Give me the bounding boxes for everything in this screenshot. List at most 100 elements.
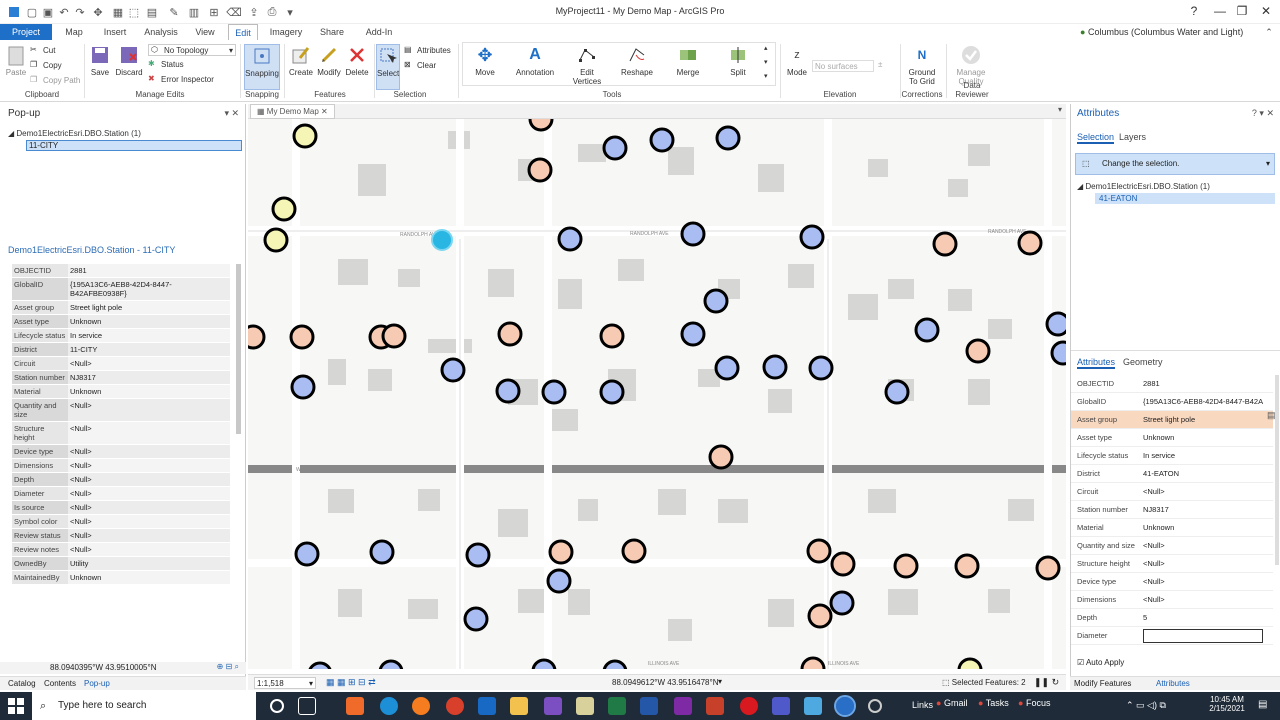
split-button[interactable]: Split	[722, 44, 754, 77]
station-point[interactable]	[271, 196, 297, 222]
station-point[interactable]	[290, 374, 316, 400]
popup-scrollbar[interactable]	[236, 264, 241, 434]
tab-imagery[interactable]: Imagery	[264, 24, 308, 40]
copy-button[interactable]: ❐ Copy	[30, 60, 62, 70]
station-point[interactable]	[528, 119, 554, 132]
attribute-edit-row[interactable]: Device type <Null>	[1071, 573, 1273, 591]
station-point[interactable]	[808, 355, 834, 381]
tablet-icon[interactable]	[804, 697, 822, 715]
attribute-field-value[interactable]: 2881	[1143, 379, 1273, 388]
attribute-field-value[interactable]: In service	[1143, 451, 1273, 460]
attribute-edit-row[interactable]: Structure height <Null>	[1071, 555, 1273, 573]
station-point[interactable]	[680, 321, 706, 347]
attribute-field-value[interactable]: {195A13C6-AEB8-42D4-8447-B42A	[1143, 397, 1273, 406]
station-point[interactable]	[531, 658, 557, 669]
tab-add-in[interactable]: Add-In	[358, 24, 400, 40]
attribute-field-value[interactable]: NJ8317	[1143, 505, 1273, 514]
station-point[interactable]	[708, 444, 734, 470]
attribute-edit-row[interactable]: Quantity and size <Null>	[1071, 537, 1273, 555]
tab-selection[interactable]: Selection	[1077, 132, 1115, 144]
attributes-pane-controls-icon[interactable]: ? ▾ ✕	[1252, 108, 1274, 119]
scale-dropdown[interactable]: 1:1,518 ▾	[254, 677, 316, 689]
tab-attributes-footer[interactable]: Attributes	[1156, 679, 1190, 688]
tab-popup[interactable]: Pop-up	[84, 679, 110, 688]
help-button[interactable]: ?	[1180, 2, 1208, 20]
attribute-edit-row[interactable]: Lifecycle status In service	[1071, 447, 1273, 465]
station-point[interactable]	[308, 661, 332, 669]
map-view-tab[interactable]: ▦ My Demo Map ✕	[250, 104, 335, 119]
focus-link[interactable]: ● Focus	[1018, 698, 1050, 708]
brave-icon[interactable]	[346, 697, 364, 715]
attribute-field-value[interactable]: <Null>	[1143, 577, 1273, 586]
popup-feature-item[interactable]: 11-CITY	[26, 140, 242, 151]
station-point[interactable]	[465, 542, 491, 568]
station-point[interactable]	[602, 659, 628, 669]
attribute-field-value[interactable]: <Null>	[1143, 487, 1273, 496]
modify-button[interactable]: Modify	[316, 44, 342, 77]
onenote-icon[interactable]	[674, 697, 692, 715]
notifications-icon[interactable]: ▤	[1258, 699, 1267, 710]
select-button[interactable]: Select	[376, 44, 400, 90]
copy-path-button[interactable]: ❐ Copy Path	[30, 75, 80, 85]
tab-modify-features[interactable]: Modify Features	[1074, 679, 1131, 688]
attribute-edit-row[interactable]: Circuit <Null>	[1071, 483, 1273, 501]
station-point[interactable]	[381, 323, 407, 349]
station-point[interactable]	[829, 590, 855, 616]
station-point[interactable]	[680, 221, 706, 247]
merge-button[interactable]: Merge	[672, 44, 704, 77]
attributes-layer-node[interactable]: ◢ Demo1ElectricEsri.DBO.Station (1)	[1077, 182, 1210, 191]
attributes-feature-item[interactable]: 41-EATON	[1095, 193, 1275, 204]
close-button[interactable]: ✕	[1252, 2, 1280, 20]
surface-options-icon[interactable]: ±	[878, 60, 882, 69]
tab-project[interactable]: Project	[0, 24, 52, 40]
gmail-link[interactable]: ● Gmail	[936, 698, 967, 708]
station-point[interactable]	[806, 538, 832, 564]
station-point[interactable]	[932, 231, 958, 257]
tab-catalog[interactable]: Catalog	[8, 679, 36, 688]
station-point[interactable]	[649, 127, 675, 153]
station-point[interactable]	[263, 227, 289, 253]
links-toolbar[interactable]: Links	[912, 700, 933, 710]
attribute-field-value[interactable]: <Null>	[1143, 541, 1273, 550]
file-explorer-icon[interactable]	[510, 697, 528, 715]
attributes-scrollbar[interactable]	[1275, 375, 1279, 565]
popup-tools-icon[interactable]: ⊕ ⊟ ⌕	[217, 662, 239, 672]
firefox-icon[interactable]	[412, 697, 430, 715]
station-point[interactable]	[884, 379, 910, 405]
create-button[interactable]: Create	[288, 44, 314, 77]
diameter-input[interactable]	[1143, 628, 1263, 643]
station-point[interactable]	[714, 355, 740, 381]
gallery-scroll-down-icon[interactable]: ▾	[764, 58, 768, 66]
tab-analysis[interactable]: Analysis	[140, 24, 182, 40]
coords-dropdown-icon[interactable]: ▾	[718, 677, 722, 686]
outlook-icon[interactable]	[478, 697, 496, 715]
notepad-icon[interactable]	[576, 697, 594, 715]
ground-to-grid-button[interactable]: N Ground To Grid	[904, 44, 940, 86]
attribute-edit-row[interactable]: Station number NJ8317	[1071, 501, 1273, 519]
surfaces-dropdown[interactable]: No surfaces	[812, 60, 874, 72]
auto-apply-checkbox[interactable]: ☑ Auto Apply	[1077, 658, 1124, 667]
attribute-edit-row[interactable]: Material Unknown	[1071, 519, 1273, 537]
attribute-field-value[interactable]: <Null>	[1143, 595, 1273, 604]
selected-station-point[interactable]	[431, 229, 453, 251]
station-point[interactable]	[463, 606, 489, 632]
station-point[interactable]	[621, 538, 647, 564]
popup-pane-controls-icon[interactable]: ▾ ✕	[224, 108, 239, 119]
change-selection-dropdown[interactable]: ⬚ Change the selection. ▾	[1075, 153, 1275, 175]
station-point[interactable]	[548, 539, 574, 565]
snapping-button[interactable]: Snapping	[244, 44, 280, 90]
edge-icon[interactable]	[380, 697, 398, 715]
topology-dropdown[interactable]: ⬡ No Topology ▾	[148, 44, 236, 56]
attribute-edit-row[interactable]: Asset type Unknown	[1071, 429, 1273, 447]
taskbar-search-box[interactable]: ⌕ Type here to search	[32, 692, 256, 720]
portal-menu[interactable]: ● Columbus (Columbus Water and Light) ▾	[1080, 24, 1250, 53]
station-point[interactable]	[292, 123, 318, 149]
visual-studio-icon[interactable]	[544, 697, 562, 715]
paste-button[interactable]: Paste	[4, 44, 28, 77]
station-point[interactable]	[541, 379, 567, 405]
move-button[interactable]: ✥ Move	[470, 44, 500, 78]
map-tabs-menu-icon[interactable]: ▾	[1058, 105, 1062, 114]
station-point[interactable]	[830, 551, 856, 577]
cortana-icon[interactable]	[270, 699, 284, 713]
clear-selection-button[interactable]: ⊠ Clear	[404, 60, 436, 70]
